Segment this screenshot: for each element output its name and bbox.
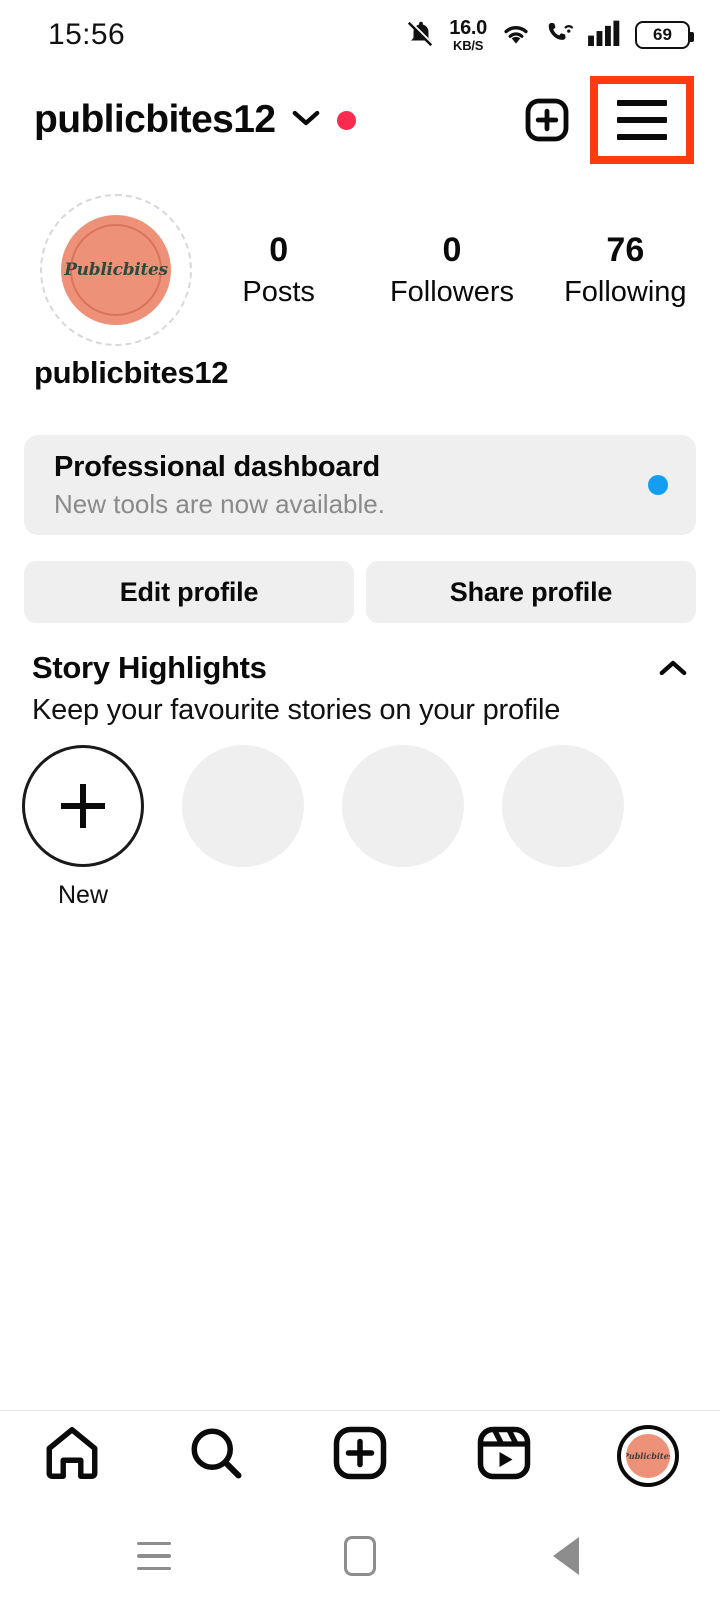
avatar: Publicbites [61,215,171,325]
highlight-placeholder-circle [342,745,464,867]
bottom-navigation-bar: Publicbites [0,1410,720,1500]
dashboard-new-dot [648,475,668,495]
plus-square-icon [330,1423,390,1488]
plus-icon [61,784,105,828]
stat-value: 76 [606,231,645,269]
recent-line [137,1554,171,1558]
system-home-icon[interactable] [330,1526,390,1586]
create-post-button[interactable] [512,85,582,155]
back-triangle [553,1537,579,1575]
network-speed-unit: KB/S [453,38,484,53]
share-profile-button[interactable]: Share profile [366,561,696,623]
hamburger-menu-icon[interactable] [617,100,667,140]
highlight-placeholder [182,745,304,910]
nav-item-profile[interactable]: Publicbites [576,1411,720,1501]
nav-avatar-image: Publicbites [626,1433,670,1478]
profile-display-name: publicbites12 [34,355,229,390]
profile-stats: 0 Posts 0 Followers 76 Following [192,186,720,309]
system-back-icon[interactable] [536,1526,596,1586]
story-highlights-title: Story Highlights [32,650,267,685]
stat-label: Posts [242,276,315,309]
instagram-profile-screen: 15:56 16.0 KB/S 69 publicbites12 Publicb… [0,0,720,1612]
story-highlights-row: New [22,745,720,910]
stat-label: Following [564,276,687,309]
nav-item-create[interactable] [288,1411,432,1501]
story-highlights-header: Story Highlights [32,650,688,686]
battery-level: 69 [653,25,672,44]
app-header: publicbites12 [0,70,720,170]
profile-avatar-icon: Publicbites [617,1424,679,1487]
recent-line [137,1566,171,1571]
cellular-signal-icon [588,20,622,51]
bell-muted-icon [406,18,436,53]
hamburger-bar [617,134,667,140]
recent-line [137,1541,171,1546]
new-highlight-circle [22,745,144,867]
story-highlights-subtitle: Keep your favourite stories on your prof… [32,694,561,726]
hamburger-bar [617,100,667,106]
home-icon [41,1422,103,1489]
edit-profile-button[interactable]: Edit profile [24,561,354,623]
android-system-navigation [0,1500,720,1612]
dashboard-subtitle: New tools are now available. [54,488,385,519]
stat-value: 0 [269,231,289,269]
status-bar: 15:56 16.0 KB/S 69 [0,0,720,70]
app-header-actions [512,76,694,164]
stat-value: 0 [442,231,462,269]
network-speed-indicator: 16.0 KB/S [449,18,487,52]
highlight-placeholder [342,745,464,910]
chevron-up-icon[interactable] [658,658,688,678]
battery-indicator: 69 [635,21,694,49]
status-icons: 16.0 KB/S 69 [406,18,694,53]
recent-apps-icon[interactable] [124,1526,184,1586]
nav-avatar-logo-text: Publicbites [626,1450,670,1461]
account-notification-dot [337,110,357,130]
hamburger-bar [617,117,667,123]
profile-avatar[interactable]: Publicbites [40,194,192,346]
menu-button-highlight [590,76,694,164]
call-over-wifi-icon [545,19,575,52]
home-square [344,1536,376,1576]
nav-item-home[interactable] [0,1411,144,1501]
profile-action-buttons: Edit profile Share profile [24,561,696,623]
highlight-placeholder-circle [502,745,624,867]
reels-icon [474,1423,534,1488]
stat-label: Followers [389,276,515,309]
recent-apps-lines [137,1541,171,1571]
nav-item-reels[interactable] [432,1411,576,1501]
highlight-placeholder-circle [182,745,304,867]
header-username: publicbites12 [34,98,276,141]
search-icon [186,1423,246,1488]
wifi-icon [500,20,532,51]
highlight-placeholder [502,745,624,910]
highlight-new-button[interactable]: New [22,745,144,910]
new-highlight-label: New [57,881,108,909]
avatar-logo-text: Publicbites [64,260,168,280]
dashboard-text: Professional dashboard New tools are now… [54,451,385,520]
stat-followers[interactable]: 0 Followers [365,230,538,309]
status-clock: 15:56 [48,18,126,51]
nav-item-search[interactable] [144,1411,288,1501]
network-speed-value: 16.0 [449,17,487,39]
dashboard-title: Professional dashboard [54,450,380,483]
stat-posts[interactable]: 0 Posts [192,230,365,309]
stat-following[interactable]: 76 Following [539,230,712,309]
account-switcher[interactable]: publicbites12 [34,98,357,142]
professional-dashboard-card[interactable]: Professional dashboard New tools are now… [24,435,696,535]
profile-summary: Publicbites 0 Posts 0 Followers 76 Follo… [0,186,720,368]
chevron-down-icon[interactable] [291,108,321,133]
